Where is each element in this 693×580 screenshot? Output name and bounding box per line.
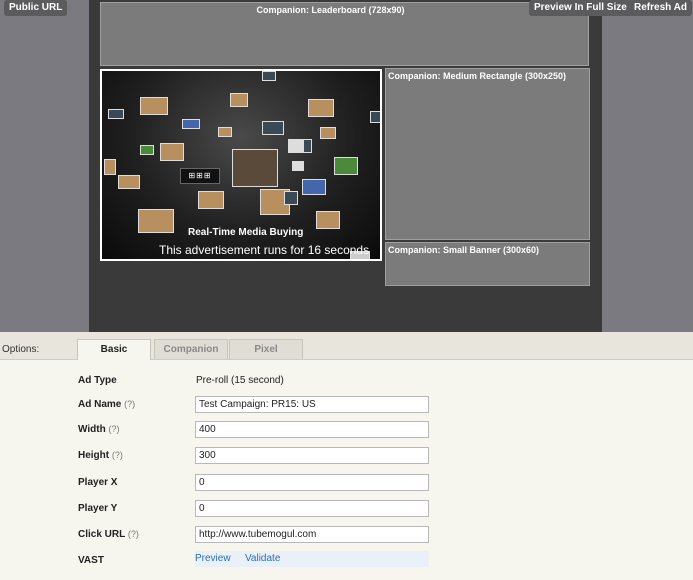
ad-type-value: Pre-roll (15 second) [196,375,284,386]
player-y-field[interactable] [195,500,429,517]
companion-small-banner: Companion: Small Banner (300x60) [385,242,590,286]
thumbnail [140,145,154,155]
ad-type-label: Ad Type [78,375,117,386]
video-player[interactable]: ⊞⊞⊞ Real-Time Media Buying This advertis… [100,69,382,261]
height-field[interactable] [195,447,429,464]
thumbnail [292,161,304,171]
width-field[interactable] [195,421,429,438]
thumbnail [320,127,336,139]
thumbnail [262,71,276,81]
tab-companion[interactable]: Companion [154,339,228,359]
help-hint-icon[interactable]: (?) [108,424,119,434]
click-url-field[interactable] [195,526,429,543]
ad-type-row: Ad Type Pre-roll (15 second) [78,372,438,392]
thumbnail [108,109,124,119]
thumbnail [316,211,340,229]
companion-small-banner-label: Companion: Small Banner (300x60) [388,245,540,255]
companion-medium-rectangle-label: Companion: Medium Rectangle (300x250) [388,71,567,81]
thumbnail [218,127,232,137]
companion-leaderboard-label: Companion: Leaderboard (728x90) [256,5,405,15]
thumbnail [370,111,380,123]
refresh-ad-button[interactable]: Refresh Ad [629,0,692,16]
vast-label: VAST [78,555,104,566]
height-label: Height (?) [78,450,123,461]
player-duration-caption: This advertisement runs for 16 seconds [159,243,370,257]
width-row: Width (?) [78,421,438,441]
tab-pixel[interactable]: Pixel [229,339,303,359]
player-title: Real-Time Media Buying [188,227,304,238]
ad-name-row: Ad Name (?) [78,396,438,416]
help-hint-icon[interactable]: (?) [128,529,139,539]
options-tabbar: Options: Basic Companion Pixel [0,332,693,360]
player-x-row: Player X [78,474,438,494]
thumbnail [140,97,168,115]
click-url-label: Click URL (?) [78,529,139,540]
thumbnail [160,143,184,161]
options-panel: Options: Basic Companion Pixel Ad Type P… [0,332,693,580]
thumbnail [334,157,358,175]
preview-full-size-button[interactable]: Preview In Full Size [529,0,632,16]
companion-leaderboard: Companion: Leaderboard (728x90) [100,2,589,66]
thumbnail [104,159,116,175]
width-label: Width (?) [78,424,120,435]
thumbnail [138,209,174,233]
thumbnail [288,139,304,153]
tab-basic[interactable]: Basic [77,339,151,360]
thumbnail [262,121,284,135]
thumbnail-featured [232,149,278,187]
click-url-row: Click URL (?) [78,526,438,546]
companion-medium-rectangle: Companion: Medium Rectangle (300x250) [385,68,590,240]
thumbnail [308,99,334,117]
grid-logo-icon: ⊞⊞⊞ [180,168,220,184]
ad-name-field[interactable] [195,396,429,413]
thumbnail [118,175,140,189]
vast-row: VAST Preview Validate [78,551,438,572]
ad-name-label: Ad Name (?) [78,399,136,410]
options-label: Options: [2,344,40,355]
vast-preview-link[interactable]: Preview [195,553,231,564]
player-y-row: Player Y [78,500,438,520]
vast-validate-link[interactable]: Validate [245,553,280,564]
help-hint-icon[interactable]: (?) [124,399,135,409]
height-row: Height (?) [78,447,438,467]
thumbnail [284,191,298,205]
vast-actions: Preview Validate [195,551,429,567]
player-y-label: Player Y [78,503,118,514]
thumbnail [302,179,326,195]
thumbnail [230,93,248,107]
thumbnail [182,119,200,129]
thumbnail [198,191,224,209]
public-url-button[interactable]: Public URL [4,0,68,16]
player-x-field[interactable] [195,474,429,491]
player-x-label: Player X [78,477,118,488]
help-hint-icon[interactable]: (?) [112,450,123,460]
ad-preview-stage: Companion: Leaderboard (728x90) ⊞⊞⊞ Real… [89,0,602,332]
